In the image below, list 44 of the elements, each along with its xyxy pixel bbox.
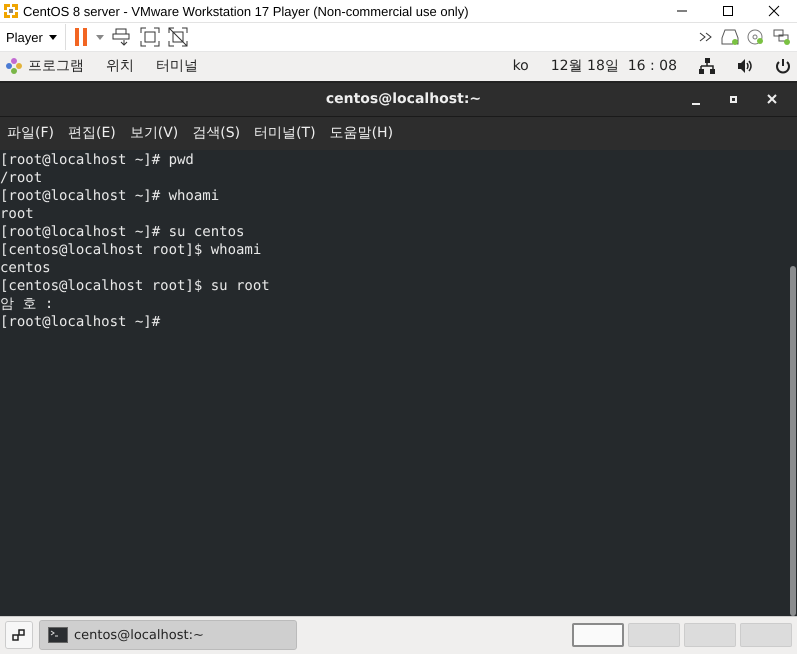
- power-icon[interactable]: [775, 58, 791, 74]
- scrollbar-thumb[interactable]: [790, 266, 796, 616]
- send-keys-icon[interactable]: [112, 27, 132, 48]
- terminal-icon: [48, 627, 68, 644]
- top-bar-menu[interactable]: 터미널: [156, 57, 198, 76]
- terminal-line: [centos@localhost root]$ su root: [0, 276, 270, 295]
- unity-icon[interactable]: [168, 27, 188, 48]
- flower-logo-icon[interactable]: [6, 58, 22, 74]
- terminal-line: root: [0, 204, 34, 223]
- input-method-indicator[interactable]: ko: [512, 58, 529, 74]
- network-icon[interactable]: [699, 58, 715, 74]
- double-chevron-icon[interactable]: [699, 32, 713, 42]
- player-menu[interactable]: Player: [6, 24, 66, 50]
- clock[interactable]: 12월 18일 16 : 08: [550, 57, 677, 76]
- terminal-line: /root: [0, 168, 42, 187]
- terminal-menu-item[interactable]: 검색(S): [192, 124, 240, 142]
- app-logo-icon: [3, 3, 19, 20]
- network-adapter-icon[interactable]: [773, 29, 791, 46]
- top-bar-menu[interactable]: 프로그램: [28, 57, 84, 76]
- terminal-line: [root@localhost ~]#: [0, 312, 160, 331]
- workspace-button[interactable]: [572, 623, 624, 648]
- terminal-line: [root@localhost ~]# pwd: [0, 150, 194, 169]
- terminal-menu-item[interactable]: 터미널(T): [254, 124, 316, 142]
- window-title: CentOS 8 server - VMware Workstation 17 Player (Non-commercial use only): [23, 4, 470, 19]
- caret-icon: [48, 34, 57, 40]
- fullscreen-icon[interactable]: [140, 27, 160, 48]
- terminal-menu-item[interactable]: 편집(E): [68, 124, 116, 142]
- dropdown-arrow-icon[interactable]: [96, 34, 104, 40]
- windows-icon: [12, 628, 26, 642]
- pause-icon[interactable]: [74, 28, 88, 46]
- terminal-title: centos@localhost:~: [324, 91, 482, 108]
- terminal-menu-item[interactable]: 도움말(H): [330, 124, 394, 142]
- terminal-line: [centos@localhost root]$ whoami: [0, 240, 262, 259]
- cd-icon[interactable]: [747, 29, 765, 46]
- terminal-line: centos: [0, 258, 51, 277]
- terminal-line: 암 호 :: [0, 294, 54, 313]
- terminal-menu-item[interactable]: 파일(F): [7, 124, 54, 142]
- taskbar-window-button[interactable]: centos@localhost:~: [39, 620, 297, 650]
- show-desktop-button[interactable]: [5, 621, 33, 650]
- top-bar-menu[interactable]: 위치: [106, 57, 134, 76]
- volume-icon[interactable]: [737, 58, 753, 74]
- terminal-line: [root@localhost ~]# su centos: [0, 222, 244, 241]
- terminal-line: [root@localhost ~]# whoami: [0, 186, 220, 205]
- terminal-menu-item[interactable]: 보기(V): [130, 124, 178, 142]
